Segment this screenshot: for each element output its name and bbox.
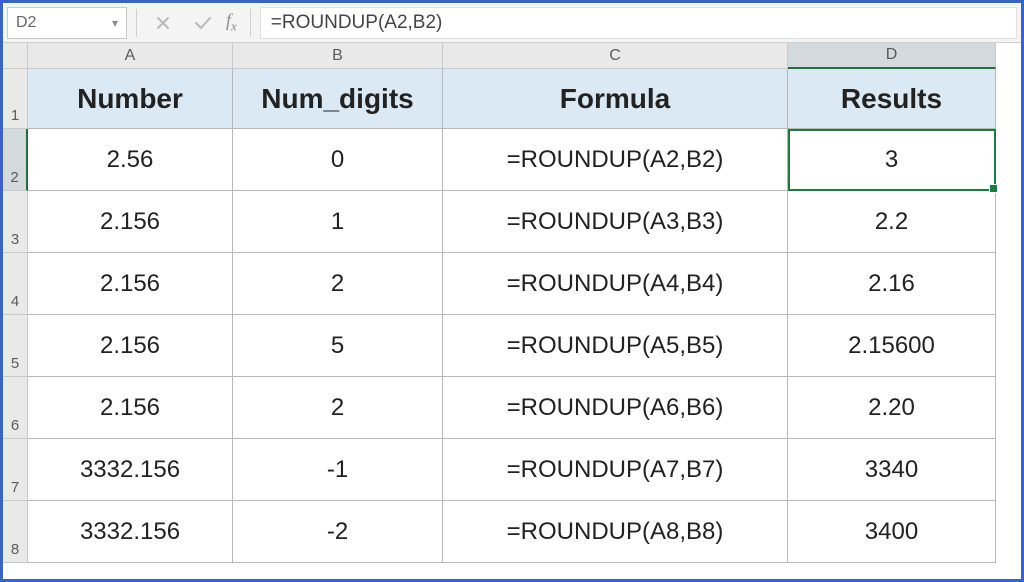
table-row: 2 2.56 0 =ROUNDUP(A2,B2) 3 [3,129,1021,191]
cell-B3[interactable]: 1 [233,191,443,253]
column-headers: A B C D [3,43,1021,69]
cell-D4[interactable]: 2.16 [788,253,996,315]
formula-bar: D2 ▾ fx =ROUNDUP(A2,B2) [3,3,1021,43]
formula-input[interactable]: =ROUNDUP(A2,B2) [260,7,1017,39]
divider [250,9,251,37]
cell-A1[interactable]: Number [28,69,233,129]
column-header-B[interactable]: B [233,43,443,69]
cell-A4[interactable]: 2.156 [28,253,233,315]
row-header-2[interactable]: 2 [3,129,28,191]
cancel-icon[interactable] [146,10,180,36]
confirm-icon[interactable] [186,10,220,36]
row-header-7[interactable]: 7 [3,439,28,501]
table-row: 7 3332.156 -1 =ROUNDUP(A7,B7) 3340 [3,439,1021,501]
row-header-8[interactable]: 8 [3,501,28,563]
row-header-3[interactable]: 3 [3,191,28,253]
cell-B4[interactable]: 2 [233,253,443,315]
cell-B7[interactable]: -1 [233,439,443,501]
select-all-corner[interactable] [3,43,28,69]
column-header-A[interactable]: A [28,43,233,69]
cell-B1[interactable]: Num_digits [233,69,443,129]
cell-B5[interactable]: 5 [233,315,443,377]
cell-C6[interactable]: =ROUNDUP(A6,B6) [443,377,788,439]
cell-A2[interactable]: 2.56 [28,129,233,191]
cell-A7[interactable]: 3332.156 [28,439,233,501]
column-header-C[interactable]: C [443,43,788,69]
table-row: 8 3332.156 -2 =ROUNDUP(A8,B8) 3400 [3,501,1021,563]
cell-C2[interactable]: =ROUNDUP(A2,B2) [443,129,788,191]
cell-B2[interactable]: 0 [233,129,443,191]
cell-C7[interactable]: =ROUNDUP(A7,B7) [443,439,788,501]
cell-C1[interactable]: Formula [443,69,788,129]
app-window: D2 ▾ fx =ROUNDUP(A2,B2) A B C D 1 Number [0,0,1024,582]
cell-B6[interactable]: 2 [233,377,443,439]
fx-icon[interactable]: fx [226,10,237,35]
table-row: 5 2.156 5 =ROUNDUP(A5,B5) 2.15600 [3,315,1021,377]
cell-A8[interactable]: 3332.156 [28,501,233,563]
cell-A5[interactable]: 2.156 [28,315,233,377]
cell-D6[interactable]: 2.20 [788,377,996,439]
name-box[interactable]: D2 ▾ [7,7,127,39]
cell-A6[interactable]: 2.156 [28,377,233,439]
row-header-6[interactable]: 6 [3,377,28,439]
row-header-5[interactable]: 5 [3,315,28,377]
row-header-1[interactable]: 1 [3,69,28,129]
cell-D7[interactable]: 3340 [788,439,996,501]
table-row: 1 Number Num_digits Formula Results [3,69,1021,129]
cell-D1[interactable]: Results [788,69,996,129]
divider [136,9,137,37]
table-row: 3 2.156 1 =ROUNDUP(A3,B3) 2.2 [3,191,1021,253]
cell-D3[interactable]: 2.2 [788,191,996,253]
table-row: 4 2.156 2 =ROUNDUP(A4,B4) 2.16 [3,253,1021,315]
spreadsheet-grid[interactable]: A B C D 1 Number Num_digits Formula Resu… [3,43,1021,563]
name-box-value: D2 [16,14,36,32]
chevron-down-icon[interactable]: ▾ [112,16,118,30]
cell-B8[interactable]: -2 [233,501,443,563]
cell-C5[interactable]: =ROUNDUP(A5,B5) [443,315,788,377]
cell-A3[interactable]: 2.156 [28,191,233,253]
cell-C8[interactable]: =ROUNDUP(A8,B8) [443,501,788,563]
table-row: 6 2.156 2 =ROUNDUP(A6,B6) 2.20 [3,377,1021,439]
row-header-4[interactable]: 4 [3,253,28,315]
cell-C3[interactable]: =ROUNDUP(A3,B3) [443,191,788,253]
formula-text: =ROUNDUP(A2,B2) [271,12,443,34]
cell-C4[interactable]: =ROUNDUP(A4,B4) [443,253,788,315]
cell-D2[interactable]: 3 [788,129,996,191]
cell-D5[interactable]: 2.15600 [788,315,996,377]
cell-D8[interactable]: 3400 [788,501,996,563]
column-header-D[interactable]: D [788,43,996,69]
